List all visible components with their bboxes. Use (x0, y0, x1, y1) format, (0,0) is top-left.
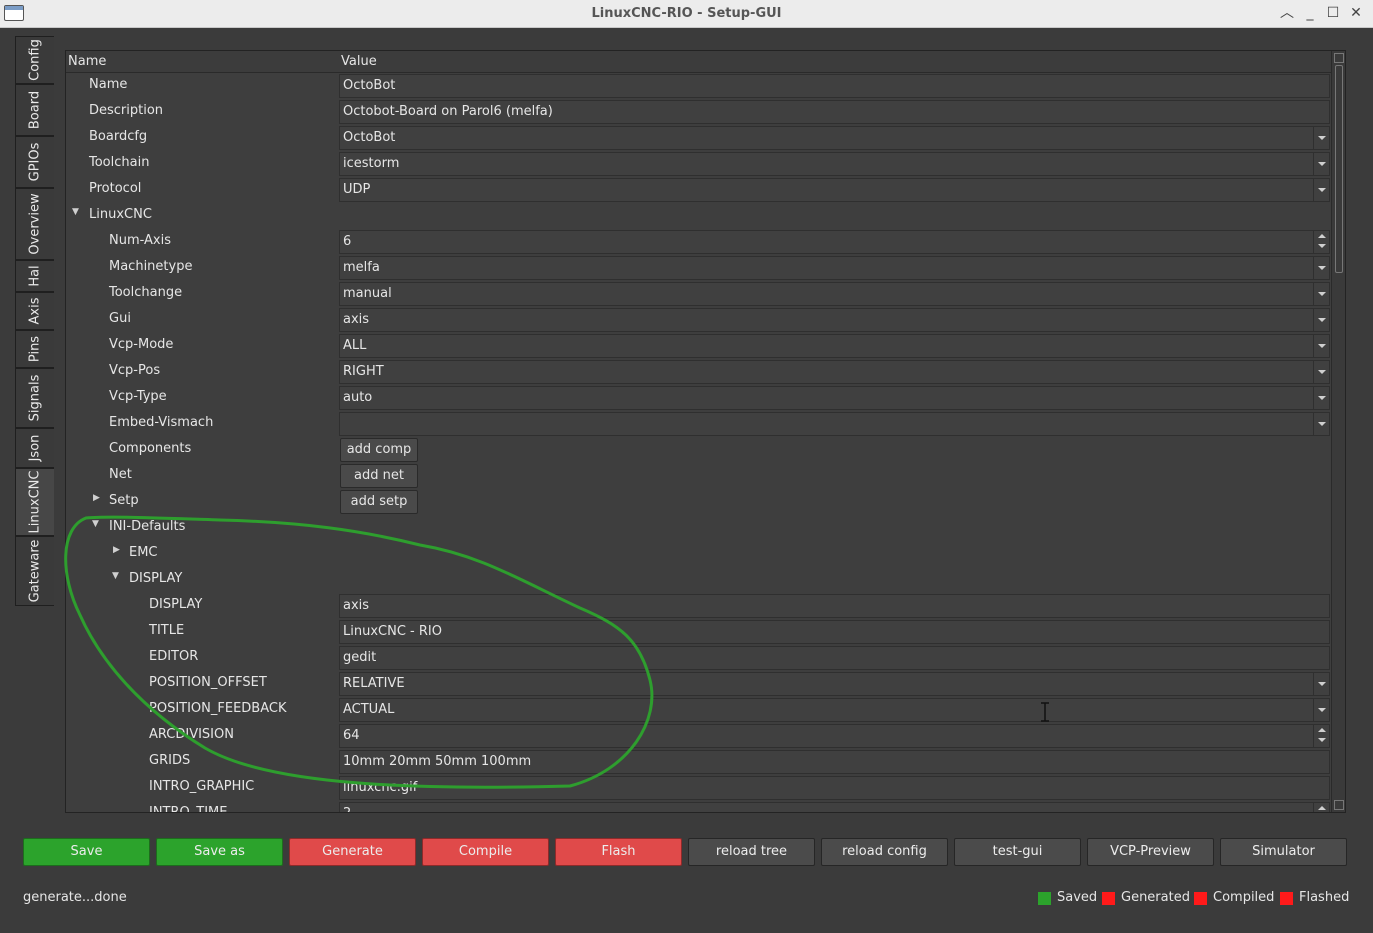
legend-generated: Generated (1121, 890, 1190, 905)
saved-indicator (1038, 892, 1051, 905)
legend-saved: Saved (1057, 890, 1098, 905)
status-message: generate...done (23, 890, 127, 905)
reload-tree-button[interactable]: reload tree (688, 838, 815, 866)
reload-config-button[interactable]: reload config (821, 838, 948, 866)
test-gui-button[interactable]: test-gui (954, 838, 1081, 866)
generated-indicator (1102, 892, 1115, 905)
annotation-loop (64, 515, 654, 789)
flash-button[interactable]: Flash (555, 838, 682, 866)
legend-compiled: Compiled (1213, 890, 1275, 905)
compiled-indicator (1194, 892, 1207, 905)
compile-button[interactable]: Compile (422, 838, 549, 866)
generate-button[interactable]: Generate (289, 838, 416, 866)
text-cursor-icon (1041, 702, 1049, 722)
legend-flashed: Flashed (1299, 890, 1350, 905)
save-button[interactable]: Save (23, 838, 150, 866)
simulator-button[interactable]: Simulator (1220, 838, 1347, 866)
save-as-button[interactable]: Save as (156, 838, 283, 866)
annotation-stroke (64, 515, 654, 789)
vcp-preview-button[interactable]: VCP-Preview (1087, 838, 1214, 866)
flashed-indicator (1280, 892, 1293, 905)
